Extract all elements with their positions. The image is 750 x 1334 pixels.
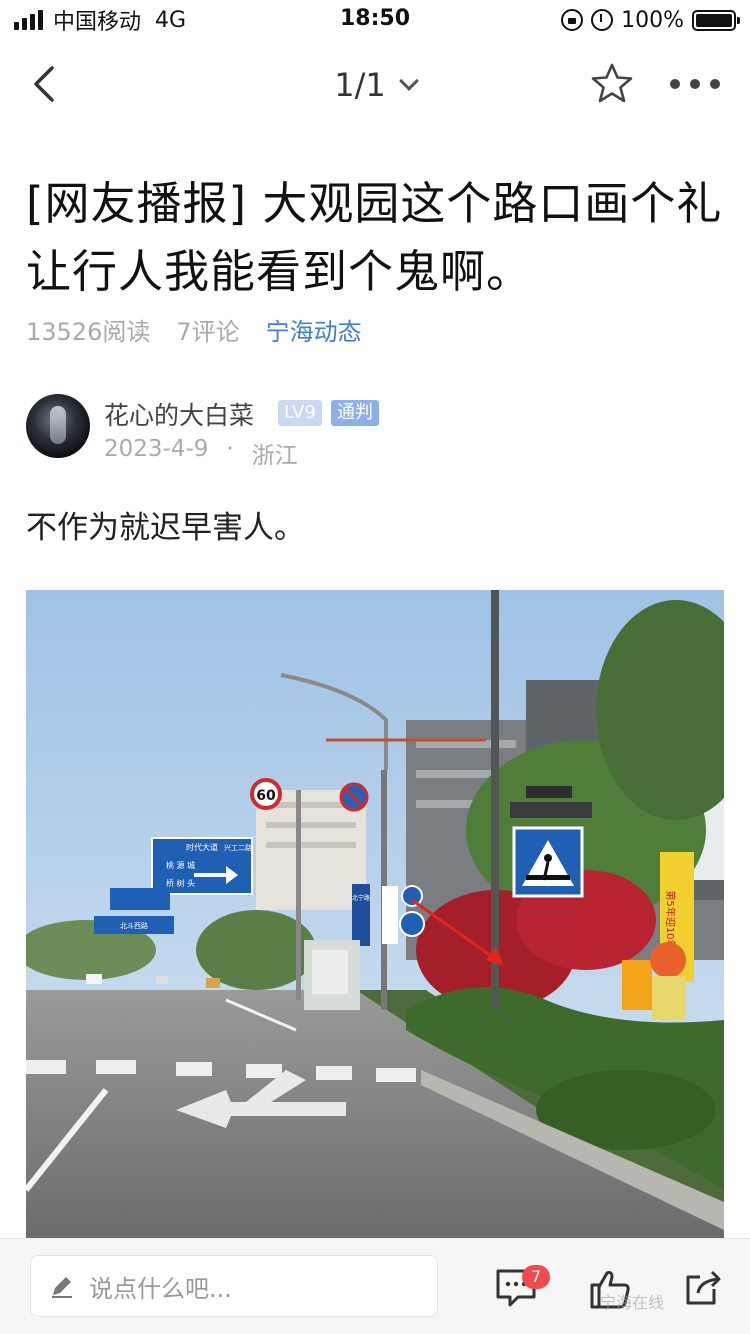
street-photo-illustration: 60 时代大道 兴工二路 桃 源 城 桥 树 头 北斗西路 北宁路 第5年迎10…	[26, 590, 724, 1240]
guide-sign-left1-text: 桃 源 城	[166, 860, 195, 870]
post-meta: 13526阅读 7评论 宁海动态	[26, 312, 362, 347]
battery-percent: 100%	[621, 7, 684, 33]
speed-limit-text: 60	[256, 788, 276, 804]
comment-placeholder: 说点什么吧...	[89, 1274, 232, 1303]
battery-icon	[692, 9, 740, 31]
post-photo[interactable]: 60 时代大道 兴工二路 桃 源 城 桥 树 头 北斗西路 北宁路 第5年迎10…	[26, 590, 724, 1240]
comment-count: 7评论	[176, 318, 240, 346]
star-icon[interactable]	[590, 62, 634, 106]
share-icon[interactable]	[684, 1267, 724, 1309]
dot-separator: ·	[226, 436, 234, 462]
status-right: 100%	[561, 6, 740, 34]
post-location: 浙江	[251, 443, 298, 469]
post-title: [网友播报] 大观园这个路口画个礼让行人我能看到个鬼啊。	[26, 177, 723, 298]
page-indicator[interactable]: 1/1	[0, 66, 750, 104]
rotation-lock-icon	[561, 9, 584, 31]
nav-bar: 1/1	[0, 44, 750, 124]
chevron-down-icon	[398, 71, 419, 91]
guide-sign-right-text: 兴工二路	[224, 843, 252, 852]
status-bar: 中国移动 4G 18:50 100%	[0, 0, 750, 40]
post-date: 2023-4-9	[104, 436, 209, 462]
banner-text: 第5年迎10年	[664, 890, 677, 949]
page-indicator-label: 1/1	[334, 66, 386, 104]
read-count: 13526阅读	[26, 318, 151, 346]
author-subline: 2023-4-9 · 浙江	[104, 436, 298, 470]
level-badge: LV9	[278, 400, 322, 426]
alarm-icon	[591, 9, 614, 31]
post-body: 不作为就迟早害人。	[26, 510, 305, 546]
pencil-icon	[52, 1277, 72, 1298]
channel-link[interactable]: 宁海动态	[266, 312, 362, 347]
role-badge: 通判	[331, 400, 379, 426]
bottom-action-bar: 说点什么吧... 7 宁海在线	[0, 1238, 750, 1334]
guide-sign-mid-text: 北斗西路	[120, 921, 148, 930]
comment-input[interactable]: 说点什么吧...	[30, 1255, 438, 1317]
watermark: 宁海在线	[600, 1293, 665, 1312]
more-dots-icon[interactable]	[670, 70, 720, 98]
guide-sign-top-text: 时代大道	[186, 842, 218, 852]
author-name[interactable]: 花心的大白菜	[104, 396, 254, 432]
avatar[interactable]	[26, 394, 90, 458]
tall-sign-text: 北宁路	[352, 894, 370, 902]
guide-sign-left2-text: 桥 树 头	[166, 878, 195, 888]
comment-count-badge: 7	[522, 1265, 550, 1289]
